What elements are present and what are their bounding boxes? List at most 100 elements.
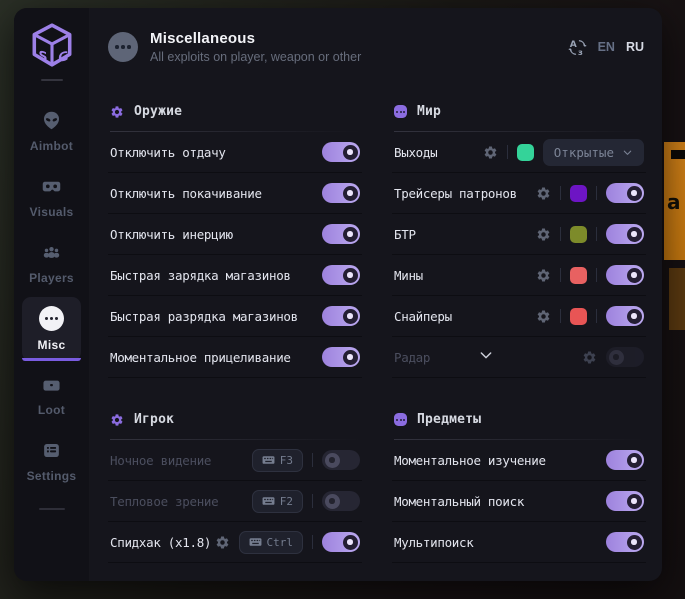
toggle-on[interactable] — [606, 450, 644, 470]
sidebar-item-aimbot[interactable]: Aimbot — [22, 99, 81, 163]
section-header-world: Мир — [392, 86, 646, 131]
page-title: Miscellaneous — [150, 30, 361, 47]
feature-label: Быстрая разрядка магазинов — [110, 309, 298, 324]
sidebar-item-misc[interactable]: Misc — [22, 297, 81, 361]
active-tab-indicator — [22, 358, 81, 361]
toggle-on[interactable] — [322, 265, 360, 285]
toggle-on[interactable] — [606, 183, 644, 203]
control-divider — [596, 186, 597, 200]
content-grid: Оружие Отключить отдачу Отключить покачи… — [90, 86, 662, 581]
sidebar-item-label: Aimbot — [30, 139, 73, 153]
color-swatch[interactable] — [517, 144, 534, 161]
sidebar-item-label: Loot — [38, 403, 65, 417]
toggle-on[interactable] — [606, 265, 644, 285]
sidebar-item-loot[interactable]: Loot — [22, 363, 81, 427]
settings-icon — [41, 440, 63, 462]
sidebar-item-settings[interactable]: Settings — [22, 429, 81, 493]
toggle-on[interactable] — [606, 306, 644, 326]
feature-label: БТР — [394, 227, 416, 242]
hotkey-label: F2 — [280, 495, 293, 508]
gear-icon[interactable] — [536, 268, 551, 283]
toggle-off-disabled[interactable] — [606, 347, 644, 367]
sidebar-divider — [39, 508, 65, 510]
feature-row-instant-ads: Моментальное прицеливание — [108, 337, 362, 378]
toggle-off[interactable] — [322, 491, 360, 511]
feature-row-btr: БТР — [392, 214, 646, 255]
toggle-knob — [343, 535, 358, 550]
feature-row-thermal-vision: Тепловое зрение F2 — [108, 481, 362, 522]
sidebar-item-players[interactable]: Players — [22, 231, 81, 295]
color-swatch[interactable] — [570, 308, 587, 325]
section-title: Предметы — [417, 412, 481, 427]
control-divider — [560, 186, 561, 200]
toggle-on[interactable] — [322, 183, 360, 203]
title-block: Miscellaneous All exploits on player, we… — [150, 30, 361, 64]
sidebar-item-visuals[interactable]: Visuals — [22, 165, 81, 229]
color-swatch[interactable] — [570, 226, 587, 243]
gear-icon — [110, 413, 124, 427]
gear-icon[interactable] — [536, 309, 551, 324]
control-divider — [560, 268, 561, 282]
control-divider — [312, 494, 313, 508]
vr-goggles-icon — [41, 176, 63, 198]
gear-icon — [110, 105, 124, 119]
toggle-on[interactable] — [606, 224, 644, 244]
toggle-knob — [343, 227, 358, 242]
toggle-knob — [627, 453, 642, 468]
toggle-on[interactable] — [322, 306, 360, 326]
control-divider — [312, 535, 313, 549]
toggle-on[interactable] — [322, 347, 360, 367]
toggle-on[interactable] — [606, 491, 644, 511]
color-swatch[interactable] — [570, 185, 587, 202]
feature-label: Спидхак (x1.8) — [110, 535, 211, 550]
lang-ru-button[interactable]: RU — [626, 40, 644, 54]
toggle-off[interactable] — [322, 450, 360, 470]
gear-icon[interactable] — [483, 145, 498, 160]
toggle-on[interactable] — [322, 224, 360, 244]
feature-label: Моментальный поиск — [394, 494, 524, 509]
exits-dropdown[interactable]: Открытые — [543, 139, 644, 166]
feature-label: Быстрая зарядка магазинов — [110, 268, 291, 283]
control-divider — [507, 145, 508, 159]
feature-label: Моментальное изучение — [394, 453, 546, 468]
sign-letter: a — [667, 190, 681, 214]
feature-row-fast-reload: Быстрая зарядка магазинов — [108, 255, 362, 296]
sidebar-item-label: Players — [29, 271, 74, 285]
section-header-weapon: Оружие — [108, 86, 362, 131]
sidebar-item-label: Visuals — [30, 205, 74, 219]
control-divider — [560, 227, 561, 241]
section-title: Игрок — [134, 412, 174, 427]
feature-label: Радар — [394, 350, 430, 365]
feature-row-instant-loot: Моментальный поиск — [392, 481, 646, 522]
gear-icon[interactable] — [582, 350, 597, 365]
feature-row-no-recoil: Отключить отдачу — [108, 132, 362, 173]
feature-row-tracers: Трейсеры патронов — [392, 173, 646, 214]
hotkey-badge[interactable]: F2 — [252, 490, 303, 513]
control-divider — [596, 268, 597, 282]
cube-logo-icon: S G — [27, 20, 77, 70]
chevron-down-icon — [622, 147, 633, 158]
expand-chevron-down-icon[interactable] — [478, 347, 494, 368]
world-section-icon — [394, 105, 407, 118]
feature-label: Мультипоиск — [394, 535, 473, 550]
language-switch: EN RU — [568, 38, 644, 57]
toggle-on[interactable] — [606, 532, 644, 552]
gear-icon[interactable] — [536, 227, 551, 242]
hotkey-label: Ctrl — [267, 536, 294, 549]
feature-label: Выходы — [394, 145, 437, 160]
toggle-on[interactable] — [322, 142, 360, 162]
dropdown-value: Открытые — [554, 145, 614, 160]
toggle-knob — [325, 453, 340, 468]
page-subtitle: All exploits on player, weapon or other — [150, 50, 361, 64]
feature-row-mines: Мины — [392, 255, 646, 296]
app-logo: S G — [14, 8, 89, 92]
feature-row-night-vision: Ночное видение F3 — [108, 440, 362, 481]
gear-icon[interactable] — [536, 186, 551, 201]
gear-icon[interactable] — [215, 535, 230, 550]
lang-en-button[interactable]: EN — [598, 40, 615, 54]
toggle-on[interactable] — [322, 532, 360, 552]
color-swatch[interactable] — [570, 267, 587, 284]
hotkey-badge[interactable]: Ctrl — [239, 531, 304, 554]
briefcase-icon — [41, 374, 63, 396]
hotkey-badge[interactable]: F3 — [252, 449, 303, 472]
